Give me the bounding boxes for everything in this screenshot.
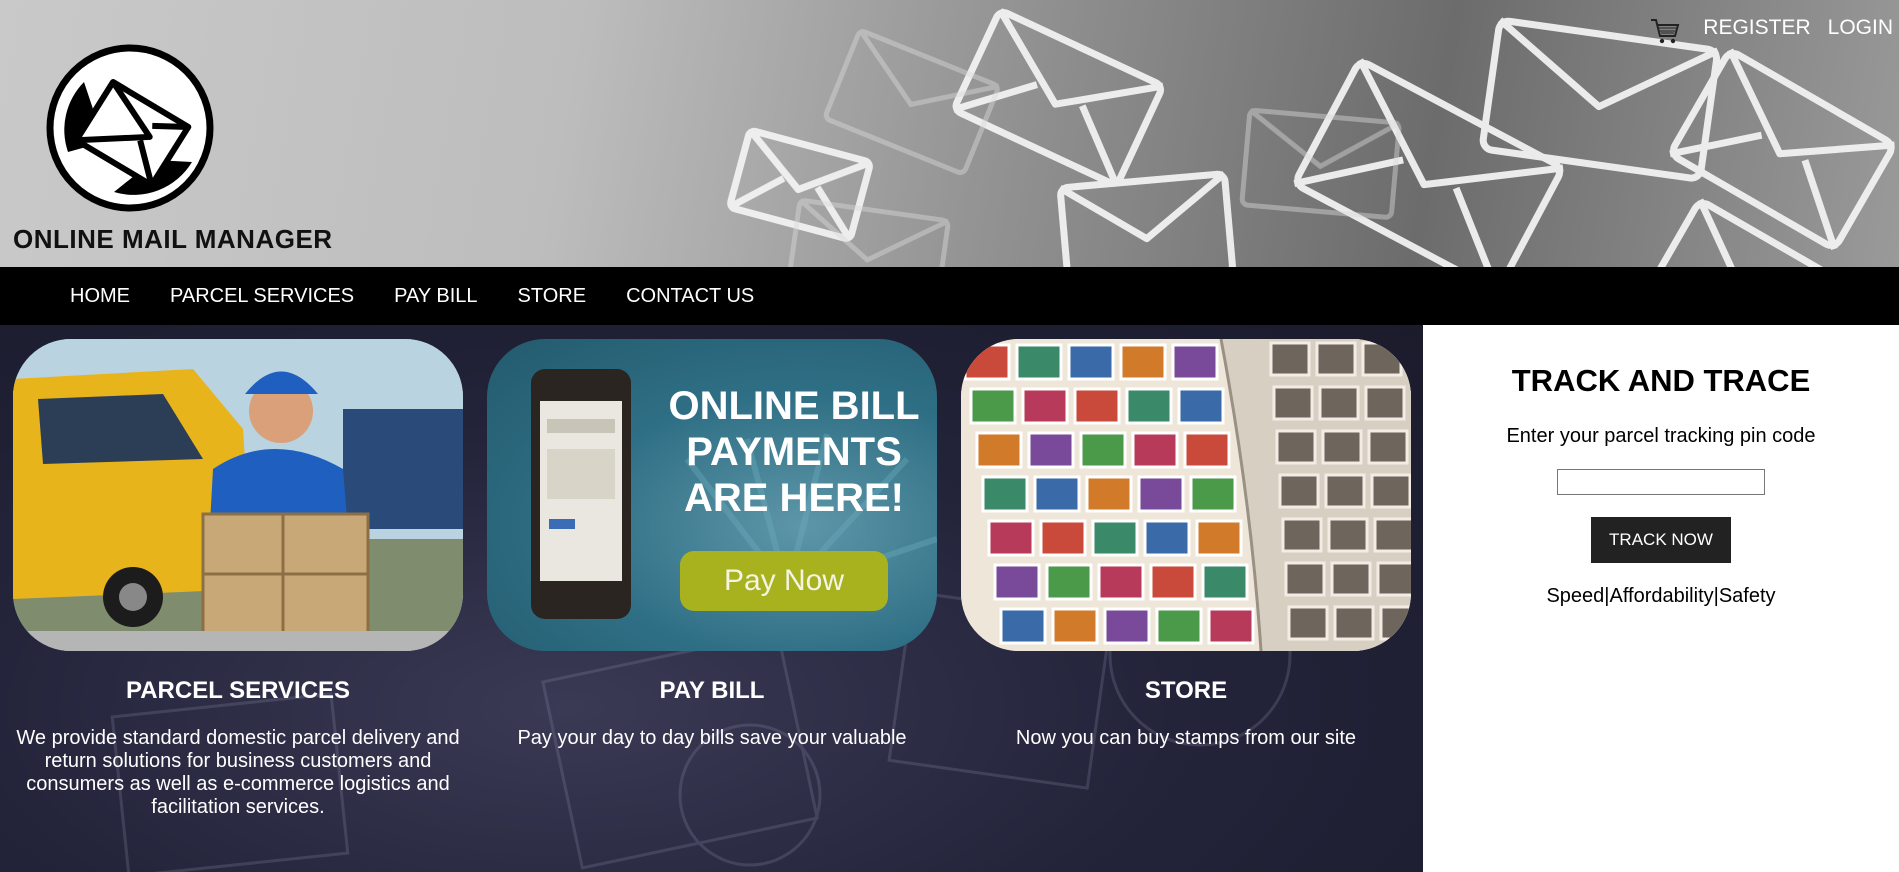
shopping-cart-icon[interactable] bbox=[1649, 16, 1681, 46]
card-title[interactable]: PARCEL SERVICES bbox=[13, 677, 463, 705]
nav-contact-us[interactable]: CONTACT US bbox=[626, 285, 754, 308]
banner-line: ARE HERE! bbox=[683, 476, 905, 520]
nav-pay-bill[interactable]: PAY BILL bbox=[394, 285, 477, 308]
envelope-logo-icon bbox=[46, 44, 214, 212]
parcel-delivery-image[interactable] bbox=[13, 339, 463, 651]
pay-bill-card: ONLINE BILL PAYMENTS ARE HERE! Pay Now P… bbox=[487, 339, 937, 750]
store-card: STORE Now you can buy stamps from our si… bbox=[961, 339, 1411, 750]
nav-home[interactable]: HOME bbox=[70, 285, 130, 308]
stamp-album-image[interactable] bbox=[961, 339, 1411, 651]
banner-line: PAYMENTS bbox=[686, 430, 902, 474]
card-description: Now you can buy stamps from our site bbox=[1015, 727, 1357, 749]
nav-parcel-services[interactable]: PARCEL SERVICES bbox=[170, 285, 354, 308]
track-and-trace-panel: TRACK AND TRACE Enter your parcel tracki… bbox=[1423, 325, 1899, 872]
online-bill-payments-image[interactable]: ONLINE BILL PAYMENTS ARE HERE! Pay Now bbox=[487, 339, 937, 651]
parcel-services-card: PARCEL SERVICES We provide standard dome… bbox=[13, 339, 463, 819]
login-link[interactable]: LOGIN bbox=[1828, 16, 1893, 40]
banner-line: ONLINE BILL bbox=[668, 384, 920, 428]
pay-now-banner-button[interactable]: Pay Now bbox=[680, 551, 888, 611]
nav-store[interactable]: STORE bbox=[518, 285, 587, 308]
track-title: TRACK AND TRACE bbox=[1511, 363, 1811, 398]
tracking-pin-input[interactable] bbox=[1557, 469, 1765, 495]
tracking-pin-label: Enter your parcel tracking pin code bbox=[1506, 425, 1816, 447]
services-section: PARCEL SERVICES We provide standard dome… bbox=[0, 325, 1423, 872]
card-description: Pay your day to day bills save your valu… bbox=[517, 727, 907, 749]
site-title: ONLINE MAIL MANAGER bbox=[13, 224, 333, 254]
register-link[interactable]: REGISTER bbox=[1703, 16, 1810, 40]
card-title[interactable]: PAY BILL bbox=[487, 677, 937, 705]
top-links: REGISTER LOGIN bbox=[1649, 10, 1899, 46]
tagline: Speed|Affordability|Safety bbox=[1546, 585, 1776, 607]
header-banner: ONLINE MAIL MANAGER REGISTER LOGIN bbox=[0, 0, 1899, 267]
card-title[interactable]: STORE bbox=[961, 677, 1411, 705]
track-now-button[interactable]: TRACK NOW bbox=[1591, 517, 1731, 563]
card-description: We provide standard domestic parcel deli… bbox=[16, 727, 460, 818]
main-navigation: HOME PARCEL SERVICES PAY BILL STORE CONT… bbox=[0, 267, 1899, 325]
